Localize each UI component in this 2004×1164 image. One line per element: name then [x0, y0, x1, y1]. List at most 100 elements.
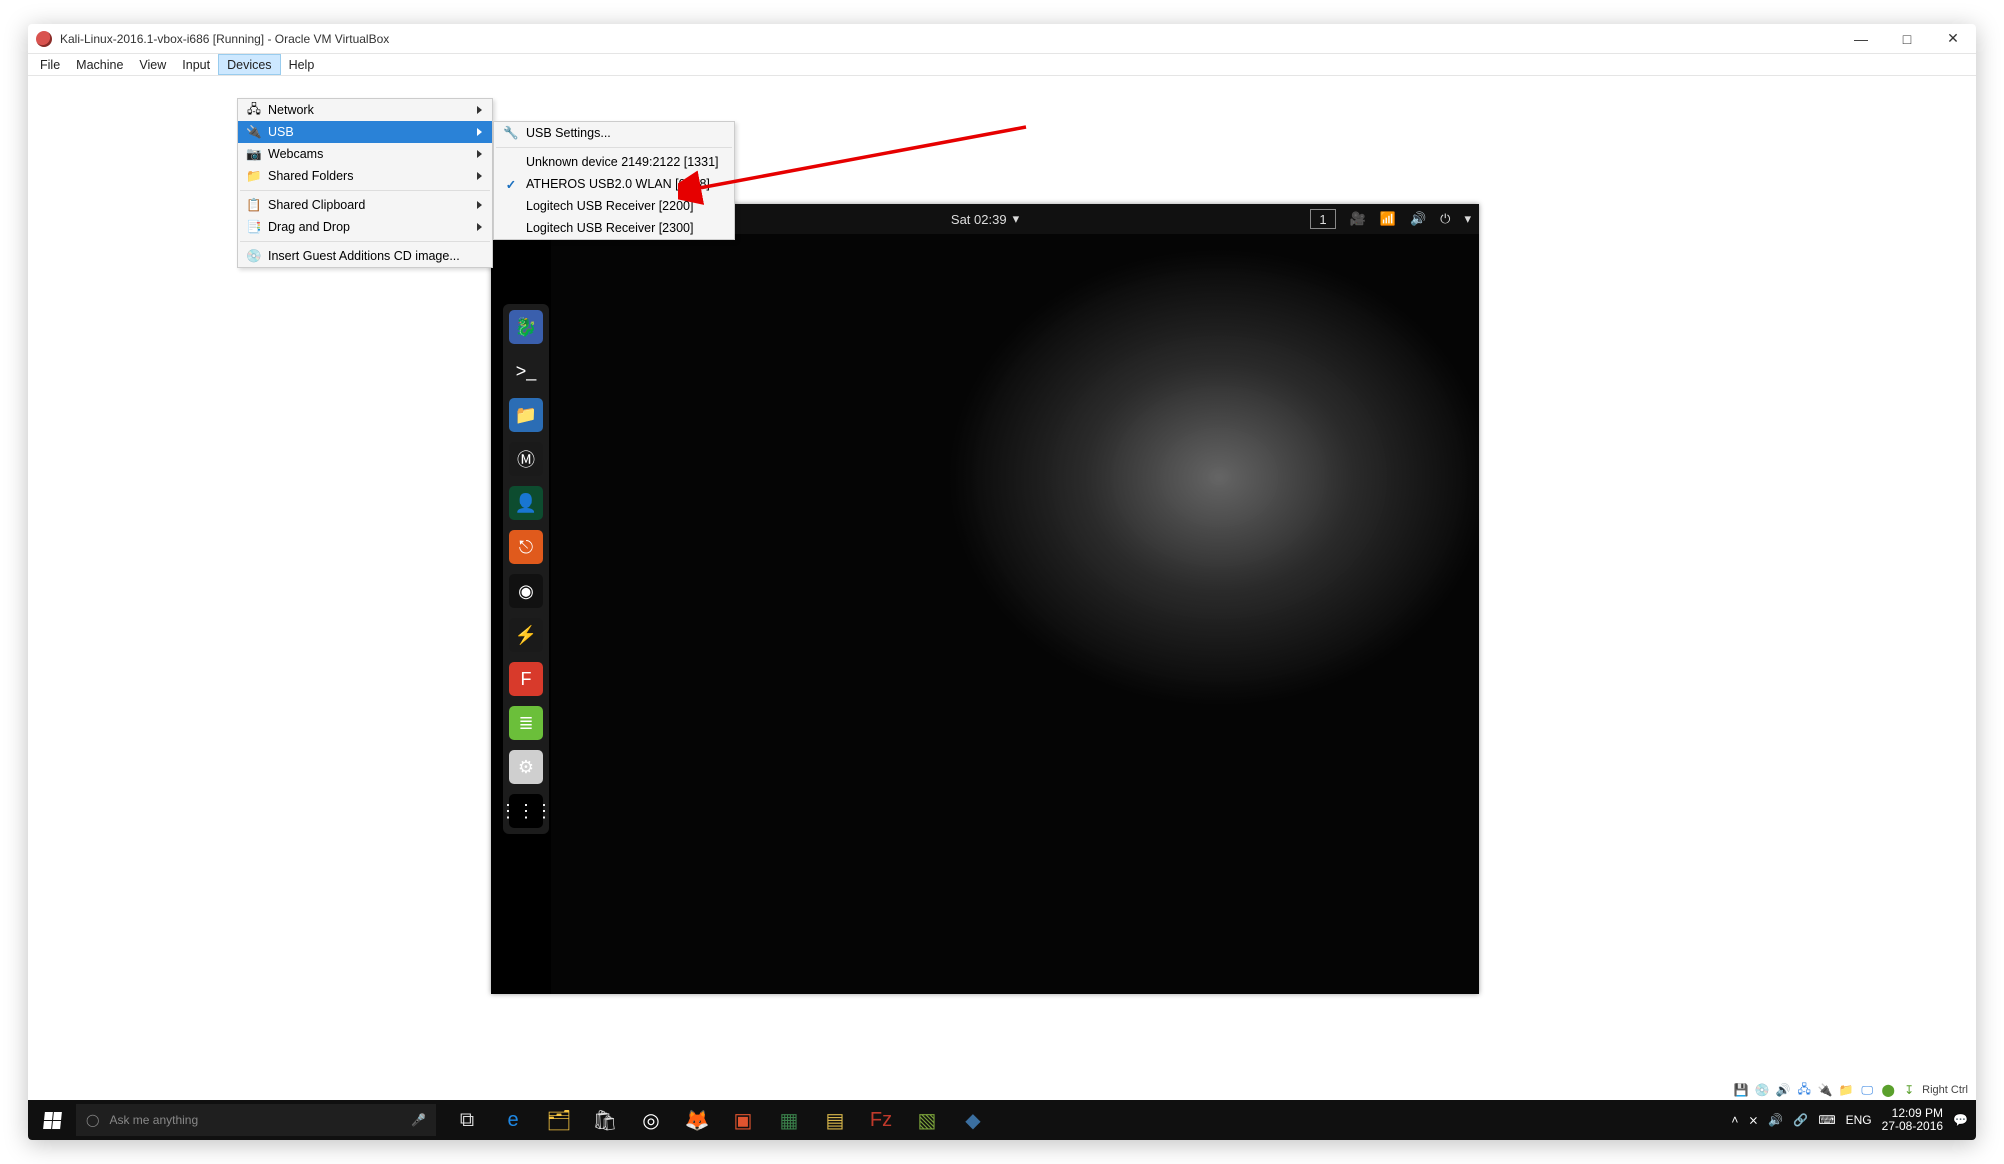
dropdown-caret-icon: ▾	[1464, 211, 1471, 227]
guest-clock[interactable]: Sat 02:39	[951, 212, 1007, 227]
minimize-button[interactable]: —	[1838, 24, 1884, 53]
status-audio-icon: 🔊	[1775, 1082, 1791, 1098]
usb-submenu: 🔧 USB Settings... Unknown device 2149:21…	[493, 121, 735, 240]
menu-view[interactable]: View	[131, 54, 174, 75]
volume-icon[interactable]: 🔊	[1410, 211, 1426, 227]
vbox-statusbar: 💾 💿 🔊 🖧 🔌 📁 🖵 ⬤ ↧ Right Ctrl	[1733, 1080, 1968, 1100]
tray-stop-icon[interactable]: ⨯	[1748, 1113, 1758, 1127]
menu-item-label: Insert Guest Additions CD image...	[268, 249, 486, 263]
taskview-icon[interactable]: ⧉	[444, 1100, 490, 1140]
guest-screen[interactable]: Sat 02:39 ▾ 1 🎥 📶 🔊 ⏻ ▾ 🐉>_📁Ⓜ👤⎋◉⚡F≣⚙⋮⋮⋮	[491, 204, 1479, 994]
brave-icon[interactable]: ▣	[720, 1100, 766, 1140]
dock-burp[interactable]: ⎋	[509, 530, 543, 564]
usb-device-label: Logitech USB Receiver [2200]	[526, 199, 728, 213]
usb-device-item[interactable]: Logitech USB Receiver [2200]	[494, 195, 734, 217]
dock-metasploit[interactable]: Ⓜ	[509, 442, 543, 476]
check-icon: ✓	[500, 176, 522, 192]
status-network-icon: 🖧	[1796, 1082, 1812, 1098]
menu-item-label: Drag and Drop	[268, 220, 477, 234]
menu-item-label: Webcams	[268, 147, 477, 161]
devices-item-shared-clipboard[interactable]: 📋Shared Clipboard	[238, 194, 492, 216]
blank-icon	[500, 154, 522, 170]
tray-date: 27-08-2016	[1882, 1120, 1943, 1133]
dock-maltego[interactable]: ◉	[509, 574, 543, 608]
workspace-indicator[interactable]: 1	[1310, 209, 1335, 229]
tray-language[interactable]: ENG	[1846, 1113, 1872, 1127]
clipboard-icon: 📋	[244, 197, 264, 213]
menu-help[interactable]: Help	[281, 54, 323, 75]
usb-settings-label: USB Settings...	[526, 126, 728, 140]
network-icon: 🖧	[244, 102, 264, 118]
dock-beef[interactable]: ⚡	[509, 618, 543, 652]
tray-clock[interactable]: 12:09 PM 27-08-2016	[1882, 1107, 1943, 1133]
dock-iceweasel[interactable]: 🐉	[509, 310, 543, 344]
devices-item-network[interactable]: 🖧Network	[238, 99, 492, 121]
vbox-icon[interactable]: ◆	[950, 1100, 996, 1140]
submenu-arrow-icon	[477, 128, 482, 136]
devices-dropdown: 🖧Network🔌USB 📷 Webcams 📁Shared Folders 📋Shar…	[237, 98, 493, 268]
status-optical-icon: 💿	[1754, 1082, 1770, 1098]
tray-link-icon[interactable]: 🔗	[1793, 1113, 1808, 1127]
submenu-arrow-icon	[477, 201, 482, 209]
blank-icon	[500, 220, 522, 236]
action-center-icon[interactable]: 💬	[1953, 1113, 1968, 1127]
start-button[interactable]	[28, 1100, 76, 1140]
video-icon[interactable]: 🎥	[1350, 211, 1366, 227]
app-icon-3[interactable]: ▧	[904, 1100, 950, 1140]
menu-file[interactable]: File	[32, 54, 68, 75]
blank-icon	[500, 198, 522, 214]
store-icon[interactable]: 🛍	[582, 1100, 628, 1140]
wifi-icon[interactable]: 📶	[1380, 211, 1396, 227]
dock-apps[interactable]: ⋮⋮⋮	[509, 794, 543, 828]
virtualbox-app-icon	[36, 31, 52, 47]
dock-armitage[interactable]: 👤	[509, 486, 543, 520]
filezilla-icon[interactable]: Fz	[858, 1100, 904, 1140]
devices-item-insert-guest-additions-cd-image-[interactable]: 💿 Insert Guest Additions CD image...	[238, 245, 492, 267]
devices-item-usb[interactable]: 🔌USB	[238, 121, 492, 143]
devices-item-webcams[interactable]: 📷 Webcams	[238, 143, 492, 165]
webcam-icon: 📷	[244, 146, 264, 162]
status-mouse-icon: ↧	[1901, 1082, 1917, 1098]
submenu-arrow-icon	[477, 150, 482, 158]
menu-devices[interactable]: Devices	[218, 54, 280, 75]
app-icon-2[interactable]: ▤	[812, 1100, 858, 1140]
cortana-search[interactable]: ◯ Ask me anything 🎤	[76, 1104, 436, 1136]
usb-device-item[interactable]: ✓ATHEROS USB2.0 WLAN [0108]	[494, 173, 734, 195]
usb-settings-item[interactable]: 🔧 USB Settings...	[494, 122, 734, 144]
search-placeholder: Ask me anything	[109, 1113, 198, 1127]
tray-chevron-icon[interactable]: ˄	[1731, 1113, 1738, 1127]
windows-logo-icon	[43, 1112, 62, 1129]
devices-item-shared-folders[interactable]: 📁Shared Folders	[238, 165, 492, 187]
close-button[interactable]: ✕	[1930, 24, 1976, 53]
usb-device-item[interactable]: Unknown device 2149:2122 [1331]	[494, 151, 734, 173]
usb-device-label: Unknown device 2149:2122 [1331]	[526, 155, 728, 169]
menu-input[interactable]: Input	[174, 54, 218, 75]
chrome-icon[interactable]: ◎	[628, 1100, 674, 1140]
folder-icon: 📁	[244, 168, 264, 184]
separator	[240, 190, 490, 191]
status-display-icon: 🖵	[1859, 1082, 1875, 1098]
firefox-icon[interactable]: 🦊	[674, 1100, 720, 1140]
disc-icon: 💿	[244, 248, 264, 264]
status-usb-icon: 🔌	[1817, 1082, 1833, 1098]
tray-volume-icon[interactable]: 🔊	[1768, 1113, 1783, 1127]
dock-leafpad[interactable]: ≣	[509, 706, 543, 740]
dock-files[interactable]: 📁	[509, 398, 543, 432]
app-icon-1[interactable]: ▦	[766, 1100, 812, 1140]
maximize-button[interactable]: □	[1884, 24, 1930, 53]
usb-device-label: Logitech USB Receiver [2300]	[526, 221, 728, 235]
usb-device-item[interactable]: Logitech USB Receiver [2300]	[494, 217, 734, 239]
edge-icon[interactable]: e	[490, 1100, 536, 1140]
microphone-icon[interactable]: 🎤	[411, 1113, 426, 1127]
explorer-icon[interactable]: 🗂	[536, 1100, 582, 1140]
dock-faraday[interactable]: F	[509, 662, 543, 696]
dock-terminal[interactable]: >_	[509, 354, 543, 388]
system-tray: ˄ ⨯ 🔊 🔗 ⌨ ENG 12:09 PM 27-08-2016 💬	[1723, 1107, 1976, 1133]
devices-item-drag-and-drop[interactable]: 📑Drag and Drop	[238, 216, 492, 238]
submenu-arrow-icon	[477, 106, 482, 114]
dock-tweak[interactable]: ⚙	[509, 750, 543, 784]
tray-keyboard-icon[interactable]: ⌨	[1818, 1113, 1835, 1127]
power-icon[interactable]: ⏻	[1440, 211, 1450, 227]
wrench-icon: 🔧	[500, 125, 522, 141]
menu-machine[interactable]: Machine	[68, 54, 131, 75]
